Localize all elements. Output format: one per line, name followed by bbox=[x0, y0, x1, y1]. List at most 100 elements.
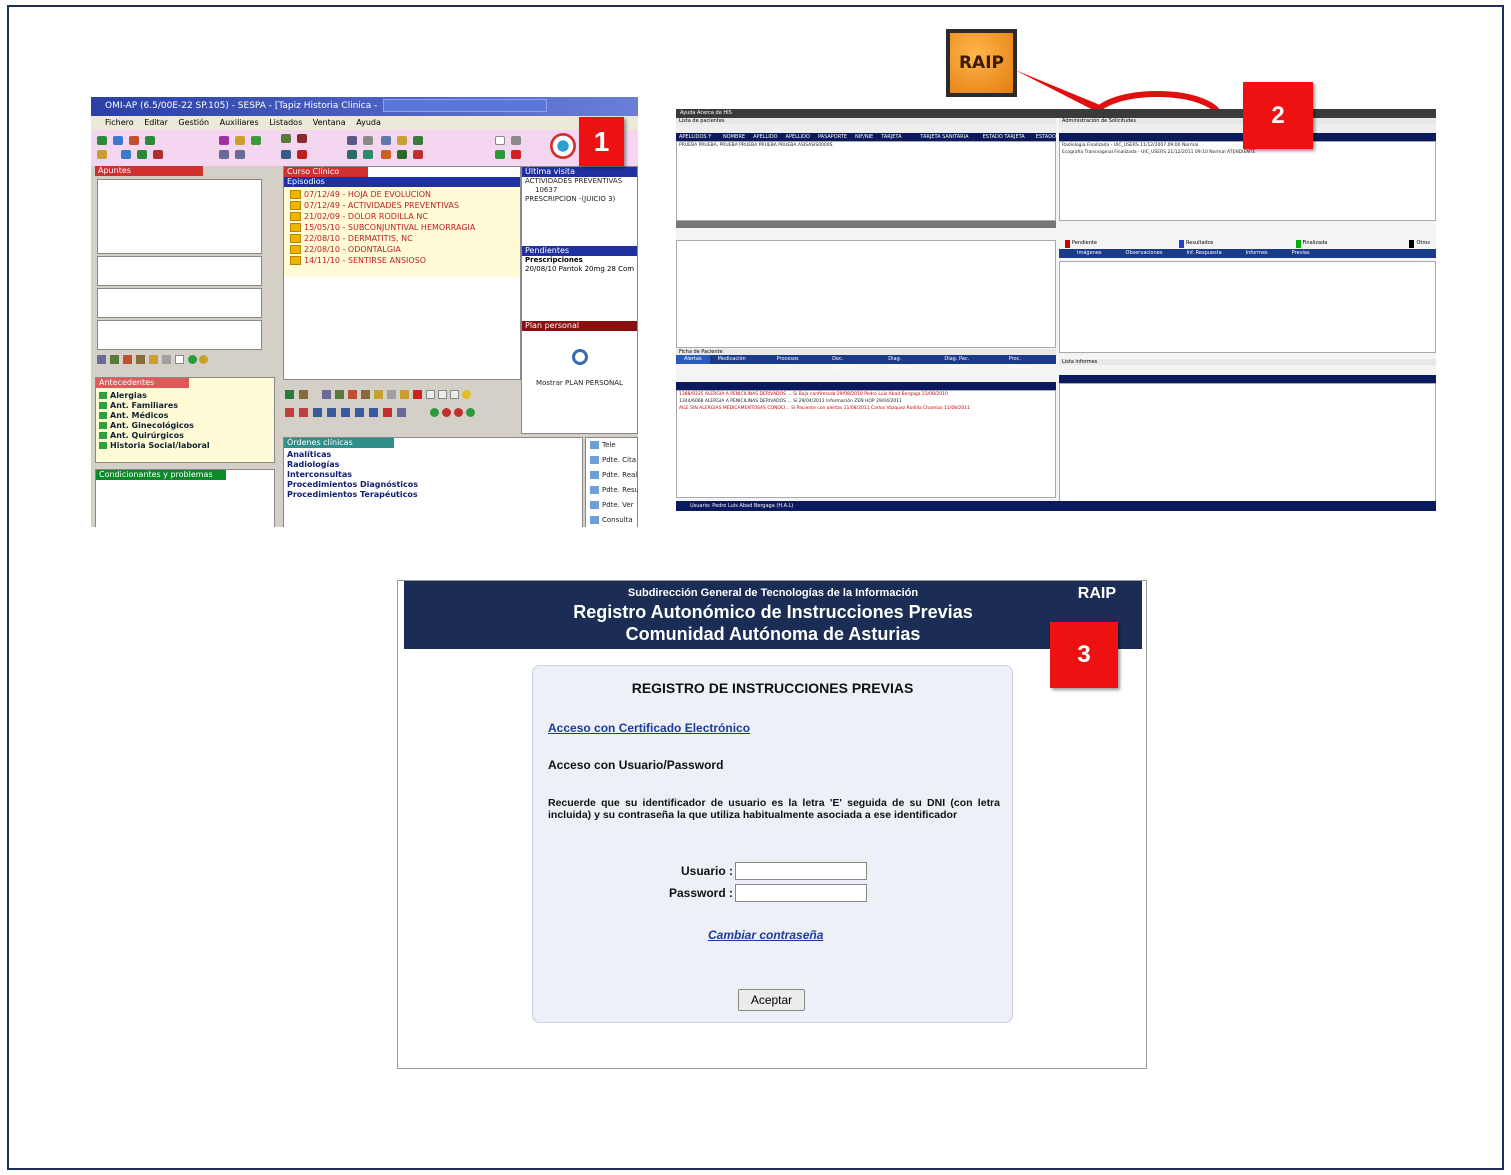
toolbar-icon[interactable] bbox=[136, 355, 145, 364]
list-item[interactable]: Pdte. Realiz bbox=[586, 468, 638, 483]
toolbar-icon[interactable] bbox=[281, 150, 291, 159]
apuntes-text-4[interactable] bbox=[97, 320, 262, 350]
toolbar-icon[interactable] bbox=[381, 150, 391, 159]
toolbar-icon[interactable] bbox=[383, 408, 392, 417]
apuntes-text-1[interactable] bbox=[97, 179, 262, 254]
tab-proc-relevantes[interactable]: Proc. Relevantes bbox=[1003, 355, 1056, 371]
column-header[interactable]: PASAPORTE bbox=[818, 133, 847, 141]
toolbar-icon[interactable] bbox=[188, 355, 197, 364]
close-icon[interactable] bbox=[511, 150, 521, 159]
menu-gestion[interactable]: Gestión bbox=[178, 118, 209, 127]
toolbar-icon[interactable] bbox=[387, 390, 396, 399]
toolbar-icon[interactable] bbox=[413, 150, 423, 159]
tab-alertas[interactable]: Alertas bbox=[676, 355, 710, 364]
toolbar-icon[interactable] bbox=[97, 150, 107, 159]
password-input[interactable] bbox=[735, 884, 867, 902]
tab-procesos[interactable]: Procesos Activos bbox=[771, 355, 825, 371]
toolbar-icon[interactable] bbox=[199, 355, 208, 364]
episode-item[interactable]: 14/11/10 - SENTIRSE ANSIOSO bbox=[284, 255, 520, 266]
toolbar-icon[interactable] bbox=[281, 134, 291, 143]
toolbar-icon[interactable] bbox=[121, 150, 131, 159]
tab-previas[interactable]: Previas bbox=[1282, 249, 1320, 258]
toolbar-icon[interactable] bbox=[363, 136, 373, 145]
column-header[interactable]: TARJETA SANITARIA AUTONÓMICA bbox=[920, 133, 974, 141]
episode-item[interactable]: 07/12/49 - ACTIVIDADES PREVENTIVAS bbox=[284, 200, 520, 211]
toolbar-icon[interactable] bbox=[299, 408, 308, 417]
toolbar-icon[interactable] bbox=[495, 136, 505, 145]
episode-item[interactable]: 22/08/10 - ODONTALGIA bbox=[284, 244, 520, 255]
episode-item[interactable]: 22/08/10 - DERMATITIS, NC bbox=[284, 233, 520, 244]
toolbar-icon[interactable] bbox=[397, 150, 407, 159]
toolbar-icon[interactable] bbox=[438, 390, 447, 399]
certificate-login-link[interactable]: Acceso con Certificado Electrónico bbox=[548, 721, 750, 735]
search-icon[interactable] bbox=[571, 349, 588, 365]
toolbar-icon[interactable] bbox=[413, 136, 423, 145]
toolbar-icon[interactable] bbox=[430, 408, 439, 417]
toolbar-icon[interactable] bbox=[397, 408, 406, 417]
ordenes-item[interactable]: Procedimientos Diagnósticos bbox=[284, 480, 582, 490]
menu-ventana[interactable]: Ventana bbox=[313, 118, 346, 127]
table-row[interactable]: 1344/6068 ALERGIA A PENICILINAS DERIVADO… bbox=[677, 398, 1055, 405]
antecedentes-item[interactable]: Ant. Familiares bbox=[96, 401, 274, 411]
toolbar-icon[interactable] bbox=[413, 390, 422, 399]
submit-button[interactable]: Aceptar bbox=[738, 989, 805, 1011]
tab-medicacion[interactable]: Medicación Activa bbox=[712, 355, 769, 371]
toolbar-icon[interactable] bbox=[361, 390, 370, 399]
tab-inf-respuesta[interactable]: Inf. Respuesta bbox=[1176, 249, 1231, 258]
change-password-link[interactable]: Cambiar contraseña bbox=[708, 928, 823, 942]
toolbar-icon[interactable] bbox=[299, 390, 308, 399]
column-header[interactable]: NOMBRE bbox=[723, 133, 745, 141]
toolbar-icon[interactable] bbox=[466, 408, 475, 417]
table-row[interactable]: AILE SIN ALERGIAS MEDICAMENTOSAS CONOCI.… bbox=[677, 405, 1055, 412]
prescripcion-item[interactable]: 20/08/10 Pantok 20mg 28 Com bbox=[525, 265, 637, 274]
toolbar-icon[interactable] bbox=[347, 136, 357, 145]
toolbar-icon[interactable] bbox=[285, 390, 294, 399]
table-row[interactable]: Ecografía Transvaginal Finalizada - UIC_… bbox=[1060, 149, 1435, 156]
column-header[interactable]: ESTADO SA bbox=[1036, 133, 1056, 141]
tab-doc-digitalizada[interactable]: Doc. Digitalizada bbox=[826, 355, 880, 371]
episode-item[interactable]: 21/02/09 - DOLOR RODILLA NC bbox=[284, 211, 520, 222]
toolbar-icon[interactable] bbox=[285, 408, 294, 417]
toolbar-icon[interactable] bbox=[374, 390, 383, 399]
tab-informes[interactable]: Informes bbox=[1236, 249, 1278, 258]
toolbar-icon[interactable] bbox=[348, 390, 357, 399]
column-header[interactable]: APELLIDO 2 bbox=[786, 133, 810, 141]
toolbar-icon[interactable] bbox=[369, 408, 378, 417]
list-item[interactable]: Pdte. Result bbox=[586, 483, 638, 498]
apuntes-text-3[interactable] bbox=[97, 288, 262, 318]
toolbar-icon[interactable] bbox=[355, 408, 364, 417]
ordenes-item[interactable]: Radiologías bbox=[284, 460, 582, 470]
raip-target-icon[interactable] bbox=[550, 133, 576, 159]
toolbar-icon[interactable] bbox=[219, 150, 229, 159]
prescripciones-label[interactable]: Prescripciones bbox=[525, 256, 637, 265]
toolbar-icon[interactable] bbox=[462, 390, 471, 399]
toolbar-icon[interactable] bbox=[162, 355, 171, 364]
menu-editar[interactable]: Editar bbox=[144, 118, 168, 127]
hcis-menu[interactable]: Ayuda Acerca de HIS bbox=[680, 110, 732, 116]
toolbar-icon[interactable] bbox=[137, 150, 147, 159]
toolbar-icon[interactable] bbox=[153, 150, 163, 159]
toolbar-icon[interactable] bbox=[341, 408, 350, 417]
column-header[interactable]: TARJETA SANITARIA bbox=[881, 133, 912, 141]
scrollbar[interactable] bbox=[676, 221, 1056, 228]
usuario-input[interactable] bbox=[735, 862, 867, 880]
list-item[interactable]: Tele bbox=[586, 438, 637, 453]
toolbar-icon[interactable] bbox=[397, 136, 407, 145]
episode-item[interactable]: 07/12/49 - HOJA DE EVOLUCION bbox=[284, 189, 520, 200]
ordenes-item[interactable]: Interconsultas bbox=[284, 470, 582, 480]
ordenes-item[interactable]: Analíticas bbox=[284, 450, 582, 460]
list-item[interactable]: Pdte. Ver bbox=[586, 498, 637, 513]
menu-ayuda[interactable]: Ayuda bbox=[356, 118, 381, 127]
toolbar-icon[interactable] bbox=[347, 150, 357, 159]
toolbar-icon[interactable] bbox=[97, 355, 106, 364]
toolbar-icon[interactable] bbox=[322, 390, 331, 399]
antecedentes-item[interactable]: Ant. Médicos bbox=[96, 411, 274, 421]
toolbar-icon[interactable] bbox=[123, 355, 132, 364]
toolbar-icon[interactable] bbox=[363, 150, 373, 159]
toolbar-icon[interactable] bbox=[129, 136, 139, 145]
ultima-visita-item[interactable]: ACTIVIDADES PREVENTIVAS bbox=[525, 177, 637, 186]
toolbar-icon[interactable] bbox=[97, 136, 107, 145]
column-header[interactable]: ESTADO TARJETA SANITARIA bbox=[983, 133, 1028, 141]
toolbar-icon[interactable] bbox=[442, 408, 451, 417]
toolbar-icon[interactable] bbox=[511, 136, 521, 145]
